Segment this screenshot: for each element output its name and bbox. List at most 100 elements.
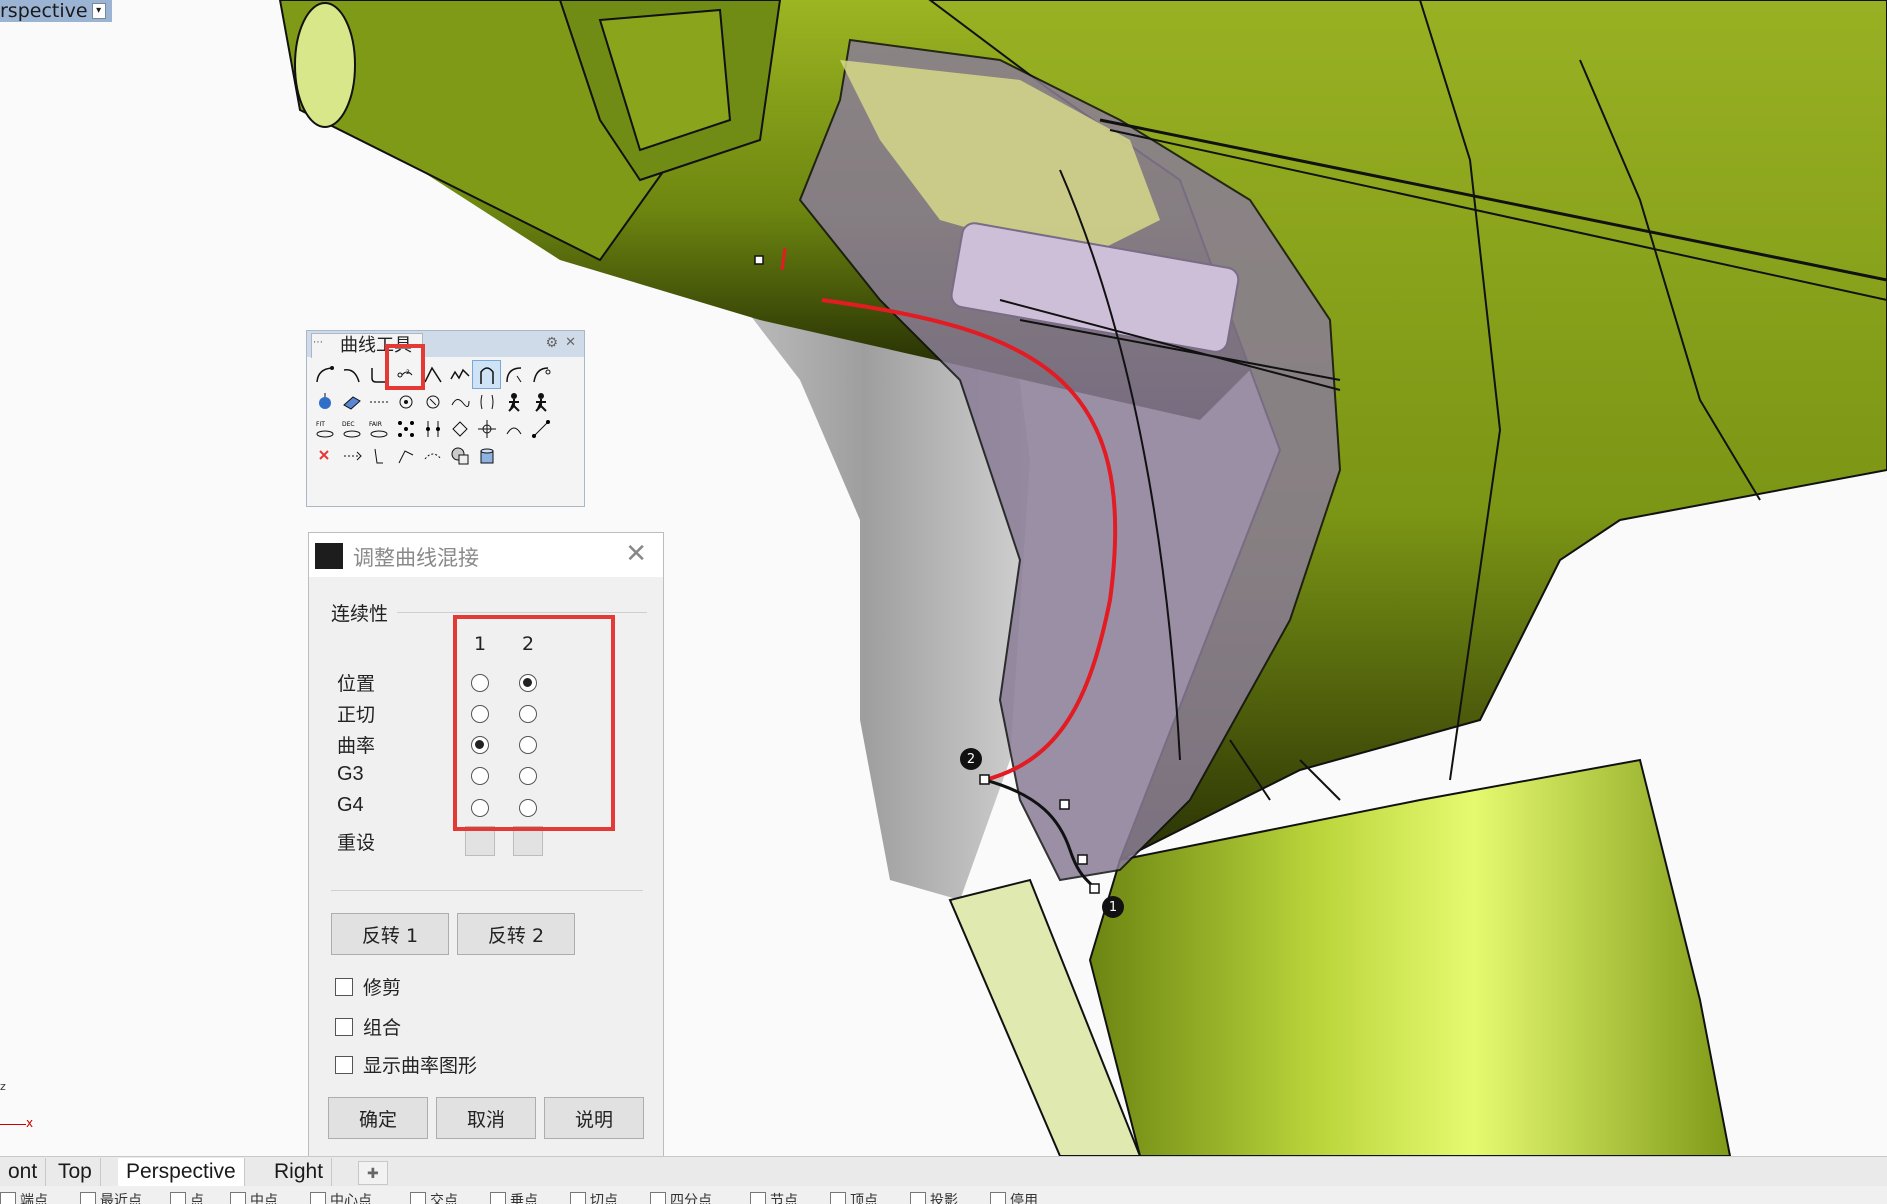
curve-tool-11-icon[interactable] [392, 442, 419, 469]
shape-tool-icon[interactable] [446, 442, 473, 469]
ok-button[interactable]: 确定 [328, 1097, 428, 1139]
trim-checkbox-box[interactable] [335, 977, 353, 996]
arc-icon[interactable] [419, 442, 446, 469]
remove-point-icon[interactable] [311, 442, 338, 469]
toolbar-tab[interactable]: 曲线工具 [311, 333, 423, 358]
radio-g3-2[interactable] [519, 767, 537, 785]
point-cross-icon[interactable] [473, 415, 500, 442]
close-icon[interactable]: ✕ [625, 539, 647, 569]
osnap-near-label: 最近点 [100, 1193, 142, 1204]
osnap-end[interactable]: 端点 [0, 1190, 48, 1204]
cylinder-tool-icon[interactable] [473, 442, 500, 469]
radio-curvature-2[interactable] [519, 736, 537, 754]
points-column-icon[interactable] [419, 415, 446, 442]
osnap-mid[interactable]: 中点 [230, 1190, 278, 1204]
show-curvature-checkbox[interactable]: 显示曲率图形 [335, 1051, 477, 1078]
osnap-knot-check[interactable] [750, 1192, 766, 1204]
osnap-center-check[interactable] [310, 1192, 326, 1204]
adjust-blend-icon[interactable]: 2 [392, 361, 419, 388]
osnap-tan-check[interactable] [570, 1192, 586, 1204]
trim-checkbox[interactable]: 修剪 [335, 973, 401, 1000]
radio-g4-1[interactable] [471, 799, 489, 817]
reset-button-2[interactable] [513, 826, 543, 856]
extend-curve-icon[interactable] [500, 361, 527, 388]
curve-tool-7-icon[interactable] [473, 388, 500, 415]
tab-front[interactable]: ont [0, 1158, 47, 1186]
osnap-near-check[interactable] [80, 1192, 96, 1204]
radio-g3-1[interactable] [471, 767, 489, 785]
match-curve-icon[interactable] [472, 360, 501, 389]
flip-2-button[interactable]: 反转 2 [457, 913, 575, 955]
osnap-project[interactable]: 投影 [910, 1190, 958, 1204]
osnap-project-check[interactable] [910, 1192, 926, 1204]
radio-g4-2[interactable] [519, 799, 537, 817]
osnap-vertex[interactable]: 顶点 [830, 1190, 878, 1204]
pull-curve-icon[interactable] [338, 388, 365, 415]
figure-tool-2-icon[interactable] [527, 388, 554, 415]
curve-tool-5-icon[interactable] [419, 388, 446, 415]
insert-point-icon[interactable] [338, 442, 365, 469]
osnap-point[interactable]: 点 [170, 1190, 204, 1204]
osnap-center[interactable]: 中心点 [310, 1190, 372, 1204]
project-icon[interactable] [311, 388, 338, 415]
radio-position-1[interactable] [471, 674, 489, 692]
tab-top[interactable]: Top [50, 1158, 101, 1186]
reset-button-1[interactable] [465, 826, 495, 856]
viewport-title[interactable]: rspective ▾ [0, 0, 112, 22]
gear-icon[interactable]: ⚙ [545, 335, 558, 351]
dec-icon[interactable]: DEC [338, 415, 365, 442]
add-tab-icon[interactable]: ✚ [358, 1161, 388, 1185]
adjust-blend-dialog[interactable]: 调整曲线混接 ✕ 连续性 1 2 位置 正切 曲率 G3 G4 重设 反转 1 … [308, 532, 664, 1156]
chamfer-curve-icon[interactable] [419, 361, 446, 388]
radio-tangency-2[interactable] [519, 705, 537, 723]
offset-curve-icon[interactable] [527, 361, 554, 388]
rebuild-curve-icon[interactable] [446, 361, 473, 388]
perspective-viewport[interactable]: rspective ▾ 2 1 z x 曲线工具 ⋯ ⚙ ✕ 2 FIT DEC… [0, 0, 1887, 1156]
osnap-tan[interactable]: 切点 [570, 1190, 618, 1204]
fillet-curve-icon[interactable] [365, 361, 392, 388]
osnap-end-check[interactable] [0, 1192, 16, 1204]
cancel-button[interactable]: 取消 [436, 1097, 536, 1139]
osnap-disable-check[interactable] [990, 1192, 1006, 1204]
join-checkbox[interactable]: 组合 [335, 1013, 401, 1040]
blend-end-marker-1: 1 [1102, 896, 1124, 918]
connect-curves-icon[interactable] [365, 388, 392, 415]
radio-tangency-1[interactable] [471, 705, 489, 723]
blend-curve-icon[interactable] [311, 361, 338, 388]
osnap-knot[interactable]: 节点 [750, 1190, 798, 1204]
flip-1-button[interactable]: 反转 1 [331, 913, 449, 955]
points-grid-icon[interactable] [392, 415, 419, 442]
osnap-int[interactable]: 交点 [410, 1190, 458, 1204]
osnap-int-check[interactable] [410, 1192, 426, 1204]
curve-through-pts-icon[interactable] [392, 388, 419, 415]
diamond-icon[interactable] [446, 415, 473, 442]
tab-perspective[interactable]: Perspective [118, 1158, 245, 1186]
fit-icon[interactable]: FIT [311, 415, 338, 442]
radio-position-2[interactable] [519, 674, 537, 692]
osnap-point-check[interactable] [170, 1192, 186, 1204]
osnap-disable[interactable]: 停用 [990, 1190, 1038, 1204]
help-button[interactable]: 说明 [544, 1097, 644, 1139]
curve-tool-8-icon[interactable] [500, 415, 527, 442]
curve-tool-9-icon[interactable] [527, 415, 554, 442]
blend-curve-2-icon[interactable] [338, 361, 365, 388]
curve-tool-6-icon[interactable] [446, 388, 473, 415]
tab-right[interactable]: Right [266, 1158, 333, 1186]
grip-icon[interactable]: ⋯ [313, 337, 323, 348]
osnap-mid-check[interactable] [230, 1192, 246, 1204]
curve-tools-toolbar[interactable]: 曲线工具 ⋯ ⚙ ✕ 2 FIT DEC FAIR [306, 330, 585, 507]
osnap-perp[interactable]: 垂点 [490, 1190, 538, 1204]
fair-icon[interactable]: FAIR [365, 415, 392, 442]
radio-curvature-1[interactable] [471, 736, 489, 754]
osnap-vertex-check[interactable] [830, 1192, 846, 1204]
show-curvature-checkbox-box[interactable] [335, 1055, 353, 1074]
osnap-perp-check[interactable] [490, 1192, 506, 1204]
figure-tool-1-icon[interactable] [500, 388, 527, 415]
osnap-quad[interactable]: 四分点 [650, 1190, 712, 1204]
osnap-quad-check[interactable] [650, 1192, 666, 1204]
viewport-menu-arrow-icon[interactable]: ▾ [91, 3, 106, 19]
curve-tool-10-icon[interactable] [365, 442, 392, 469]
close-icon[interactable]: ✕ [565, 335, 576, 350]
join-checkbox-box[interactable] [335, 1017, 353, 1036]
osnap-near[interactable]: 最近点 [80, 1190, 142, 1204]
